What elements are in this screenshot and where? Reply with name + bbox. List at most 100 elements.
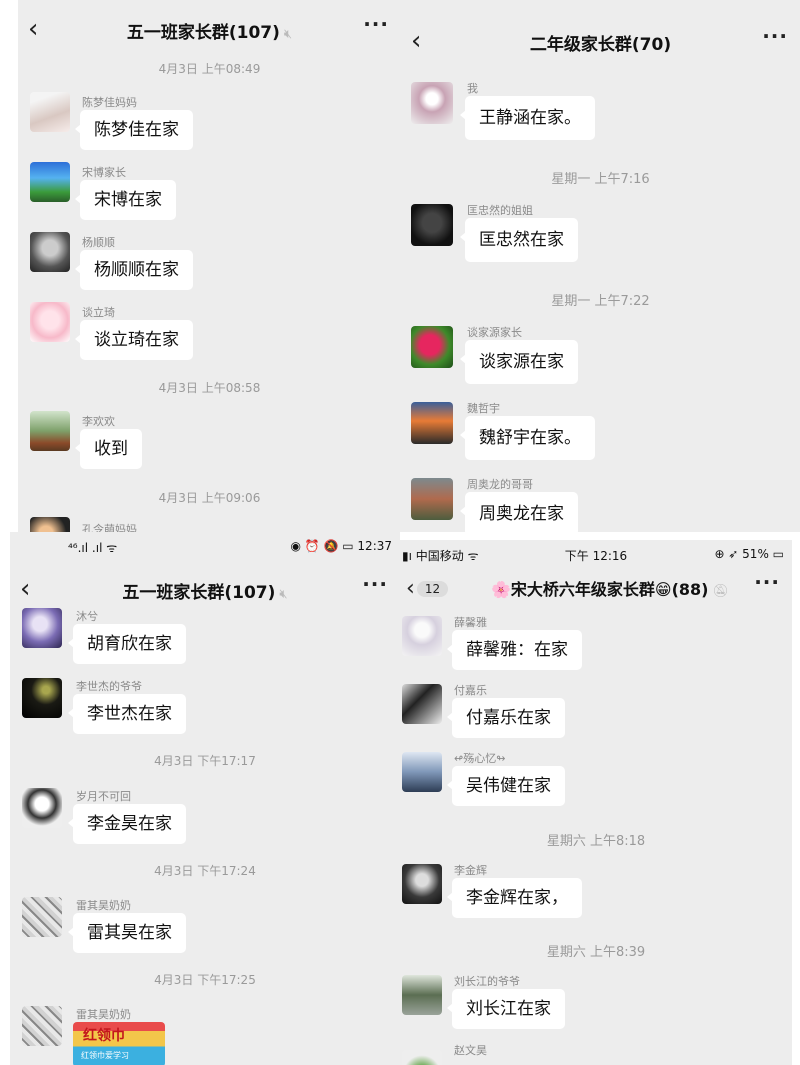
chat-message: 雷其昊奶奶 红领巾 红领巾爱学习: [10, 1004, 400, 1065]
chat-message: 陈梦佳妈妈 陈梦佳在家: [18, 92, 401, 154]
avatar[interactable]: [30, 162, 70, 202]
sender-name: 雷其昊奶奶: [76, 899, 131, 912]
avatar[interactable]: [402, 752, 442, 792]
sender-name: 我: [467, 82, 478, 95]
avatar[interactable]: [22, 608, 62, 648]
more-dots-icon[interactable]: ···: [754, 570, 780, 594]
avatar[interactable]: [22, 678, 62, 718]
chat-message: 杨顺顺 杨顺顺在家: [18, 232, 401, 294]
timestamp: 星期一 上午7:22: [551, 294, 650, 309]
message-bubble[interactable]: 胡育欣在家: [68, 624, 186, 664]
message-bubble[interactable]: 刘长江在家: [447, 989, 565, 1029]
sender-name: 周奥龙的哥哥: [467, 478, 533, 491]
timestamp: 4月3日 上午09:06: [158, 491, 261, 505]
avatar[interactable]: [411, 402, 453, 444]
message-bubble[interactable]: 谈家源在家: [460, 340, 578, 384]
chat-title: 二年级家长群(70): [529, 35, 672, 55]
message-bubble[interactable]: 宋博在家: [75, 180, 176, 220]
message-bubble[interactable]: 杨顺顺在家: [75, 250, 193, 290]
chat-message: 宋博家长 宋博在家: [18, 162, 401, 224]
message-bubble[interactable]: 匡忠然在家: [460, 218, 578, 262]
chat-message: 李金辉 李金辉在家，: [400, 860, 792, 922]
more-dots-icon[interactable]: ···: [362, 572, 388, 596]
chat-title: 五一班家长群(107) 🔇︎: [126, 23, 293, 43]
message-bubble[interactable]: 谈立琦在家: [75, 320, 193, 360]
avatar[interactable]: [402, 684, 442, 724]
message-bubble[interactable]: 雷其昊在家: [68, 913, 186, 953]
message-bubble[interactable]: 陈梦佳在家: [75, 110, 193, 150]
avatar[interactable]: [402, 616, 442, 656]
sender-name: 沐兮: [76, 610, 98, 623]
chat-message: 孔令萌妈妈: [18, 517, 401, 532]
message-bubble[interactable]: 收到: [75, 429, 142, 469]
chevron-left-icon[interactable]: ‹: [411, 26, 421, 56]
message-bubble[interactable]: 吴伟健在家: [447, 766, 565, 806]
image-title: 红领巾: [83, 1028, 125, 1044]
sender-name: 魏哲宇: [467, 402, 500, 415]
sender-name: 李金辉: [454, 864, 487, 877]
avatar[interactable]: [411, 326, 453, 368]
screenshot-collage: ‹ 五一班家长群(107) 🔇︎ ··· 4月3日 上午08:49 陈梦佳妈妈 陈…: [0, 0, 800, 1065]
avatar[interactable]: [411, 478, 453, 520]
chat-header: ‹ 二年级家长群(70) ···: [401, 20, 800, 64]
sender-name: 薛馨雅: [454, 616, 487, 629]
battery-status: ⊕ ➶ 51% ▭: [714, 547, 784, 561]
chevron-left-icon[interactable]: ‹: [28, 14, 38, 44]
sender-name: 赵文昊: [454, 1044, 487, 1057]
chat-message: 李欢欢 收到: [18, 411, 401, 473]
more-dots-icon[interactable]: ···: [762, 24, 788, 48]
message-bubble[interactable]: 李金昊在家: [68, 804, 186, 844]
chat-message: ↫殇心忆↬ 吴伟健在家: [400, 748, 792, 810]
message-bubble[interactable]: 魏舒宇在家。: [460, 416, 595, 460]
mute-icon: 🔇︎: [279, 587, 288, 602]
sender-name: 雷其昊奶奶: [76, 1008, 131, 1021]
sender-name: ↫殇心忆↬: [454, 752, 506, 765]
message-bubble[interactable]: 王静涵在家。: [460, 96, 595, 140]
timestamp: 4月3日 下午17:24: [154, 864, 256, 878]
chat-message: 李世杰的爷爷 李世杰在家: [10, 676, 400, 738]
timestamp: 星期六 上午8:18: [546, 834, 646, 849]
sender-name: 杨顺顺: [82, 236, 115, 249]
avatar[interactable]: [402, 1050, 442, 1065]
chevron-left-icon: ‹: [406, 576, 415, 601]
sender-name: 宋博家长: [82, 166, 126, 179]
chat-message: 赵文昊: [400, 1040, 792, 1065]
message-bubble[interactable]: 薛馨雅：在家: [447, 630, 582, 670]
status-bar: ⁴⁶.ıl .ıl ᯤ ◉ ⏰ 🔕 ▭ 12:37: [10, 536, 400, 558]
message-bubble[interactable]: 付嘉乐在家: [447, 698, 565, 738]
more-dots-icon[interactable]: ···: [363, 12, 389, 36]
avatar[interactable]: [402, 975, 442, 1015]
chat-panel-4: ▮ı 中国移动 ᯤ 下午 12:16 ⊕ ➶ 51% ▭ ‹ 12 🌸宋大桥六年…: [400, 540, 792, 1065]
avatar[interactable]: [22, 788, 62, 828]
avatar[interactable]: [30, 517, 70, 532]
chat-message: 我 王静涵在家。: [401, 78, 800, 140]
sender-name: 谈家源家长: [467, 326, 522, 339]
avatar[interactable]: [30, 411, 70, 451]
sender-name: 李世杰的爷爷: [76, 680, 142, 693]
chat-message: 雷其昊奶奶 雷其昊在家: [10, 895, 400, 957]
mute-icon: 🔕︎: [712, 584, 729, 599]
avatar[interactable]: [411, 82, 453, 124]
image-message[interactable]: 红领巾 红领巾爱学习: [73, 1022, 165, 1065]
timestamp: 4月3日 上午08:49: [158, 62, 261, 76]
chat-header: ‹ 12 🌸宋大桥六年级家长群😁(88) 🔕︎ ···: [400, 566, 792, 610]
message-bubble[interactable]: 李金辉在家，: [447, 878, 582, 918]
avatar[interactable]: [30, 232, 70, 272]
avatar[interactable]: [30, 92, 70, 132]
back-button[interactable]: ‹ 12: [406, 576, 449, 601]
message-bubble[interactable]: 周奥龙在家: [460, 492, 578, 532]
message-bubble[interactable]: 李世杰在家: [68, 694, 186, 734]
avatar[interactable]: [30, 302, 70, 342]
avatar[interactable]: [22, 1006, 62, 1046]
sender-name: 匡忠然的姐姐: [467, 204, 533, 217]
chat-message: 匡忠然的姐姐 匡忠然在家: [401, 200, 800, 262]
chat-message: 谈立琦 谈立琦在家: [18, 302, 401, 364]
avatar[interactable]: [402, 864, 442, 904]
avatar[interactable]: [22, 897, 62, 937]
chevron-left-icon[interactable]: ‹: [20, 574, 30, 604]
signal-status: ⁴⁶.ıl .ıl ᯤ: [68, 541, 118, 555]
timestamp: 星期六 上午8:39: [546, 945, 646, 960]
chat-message: 付嘉乐 付嘉乐在家: [400, 680, 792, 742]
chat-message: 岁月不可回 李金昊在家: [10, 786, 400, 848]
avatar[interactable]: [411, 204, 453, 246]
